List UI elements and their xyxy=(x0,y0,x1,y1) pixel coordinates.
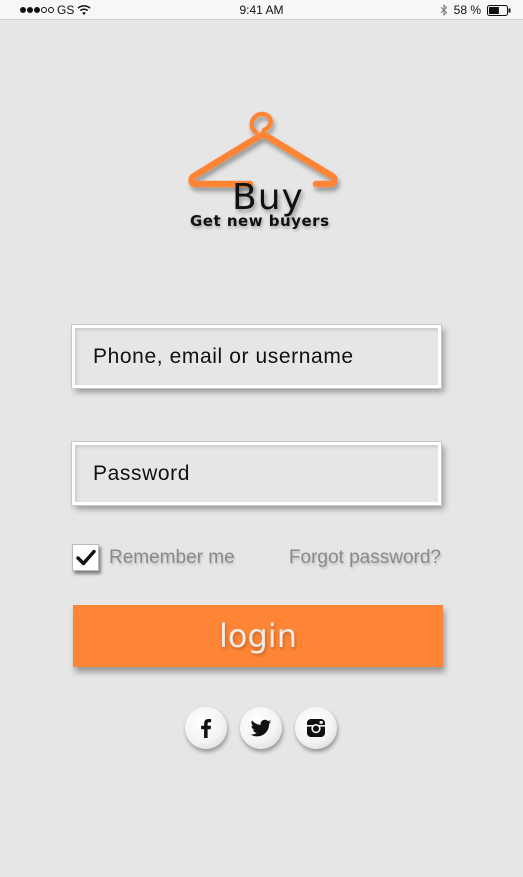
facebook-icon xyxy=(201,719,212,738)
bluetooth-icon xyxy=(440,4,447,16)
remember-row: Remember me Forgot password? xyxy=(72,543,441,573)
remember-label[interactable]: Remember me xyxy=(109,547,235,569)
forgot-password-link[interactable]: Forgot password? xyxy=(289,547,441,569)
twitter-button[interactable] xyxy=(240,707,282,749)
social-login-row xyxy=(185,707,337,751)
twitter-icon xyxy=(250,719,271,737)
remember-checkbox[interactable] xyxy=(72,544,99,571)
brand-tagline: Get new buyers xyxy=(190,212,330,230)
battery-percent: 58 % xyxy=(453,3,481,17)
username-field xyxy=(72,325,441,388)
username-input[interactable] xyxy=(75,328,438,385)
facebook-button[interactable] xyxy=(185,707,227,749)
app-logo: Buy Get new buyers xyxy=(186,110,346,235)
instagram-button[interactable] xyxy=(295,707,337,749)
status-bar: GS 9:41 AM 58 % xyxy=(0,0,523,20)
status-right: 58 % xyxy=(440,3,511,17)
login-button[interactable]: login xyxy=(73,605,443,667)
instagram-icon xyxy=(307,719,325,737)
battery-icon xyxy=(487,4,511,16)
password-field xyxy=(72,442,441,505)
checkmark-icon xyxy=(76,549,96,566)
password-input[interactable] xyxy=(75,445,438,502)
